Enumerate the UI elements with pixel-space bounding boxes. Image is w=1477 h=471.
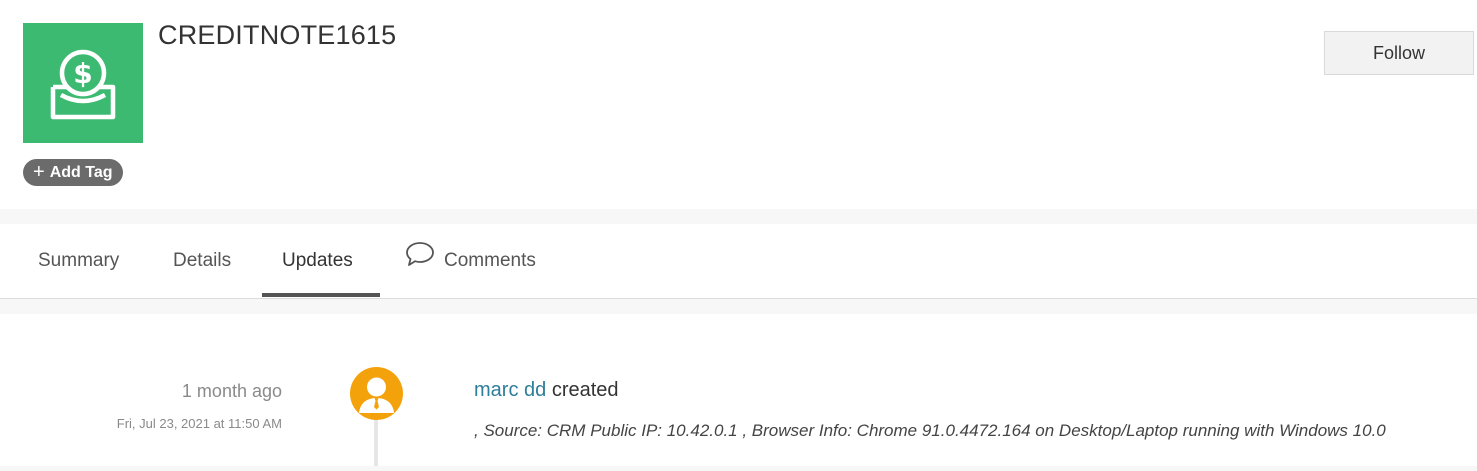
svg-text:$: $ xyxy=(73,57,92,90)
follow-button[interactable]: Follow xyxy=(1324,31,1474,75)
credit-note-icon: $ xyxy=(23,23,143,143)
add-tag-label: Add Tag xyxy=(49,163,113,181)
tab-details[interactable]: Details xyxy=(173,224,231,297)
avatar xyxy=(350,367,403,420)
tab-summary[interactable]: Summary xyxy=(38,224,119,297)
tab-comments-label: Comments xyxy=(444,249,536,271)
record-header: $ CREDITNOTE1615 + Add Tag Follow xyxy=(0,0,1477,209)
update-relative-time: 1 month ago xyxy=(181,381,282,401)
tab-comments[interactable]: Comments xyxy=(405,224,536,297)
record-title: CREDITNOTE1615 xyxy=(158,20,397,50)
add-tag-button[interactable]: + Add Tag xyxy=(23,159,123,186)
update-detail: , Source: CRM Public IP: 10.42.0.1 , Bro… xyxy=(474,421,1386,440)
plus-icon: + xyxy=(33,161,45,183)
update-action: created xyxy=(551,379,619,401)
updates-timeline: 1 month ago Fri, Jul 23, 2021 at 11:50 A… xyxy=(0,314,1477,466)
update-timestamp: Fri, Jul 23, 2021 at 11:50 AM xyxy=(116,416,282,431)
speech-bubble-icon xyxy=(405,241,435,273)
tab-details-label: Details xyxy=(173,249,232,271)
user-avatar-icon xyxy=(359,377,394,413)
update-title: marc dd created xyxy=(474,379,619,402)
tab-updates-label: Updates xyxy=(282,249,353,271)
tab-bar: Summary Details Updates Comments xyxy=(0,224,1477,299)
tab-updates[interactable]: Updates xyxy=(282,224,353,297)
update-user-link[interactable]: marc dd xyxy=(474,379,546,401)
active-tab-indicator xyxy=(262,293,380,297)
tab-summary-label: Summary xyxy=(38,249,120,271)
